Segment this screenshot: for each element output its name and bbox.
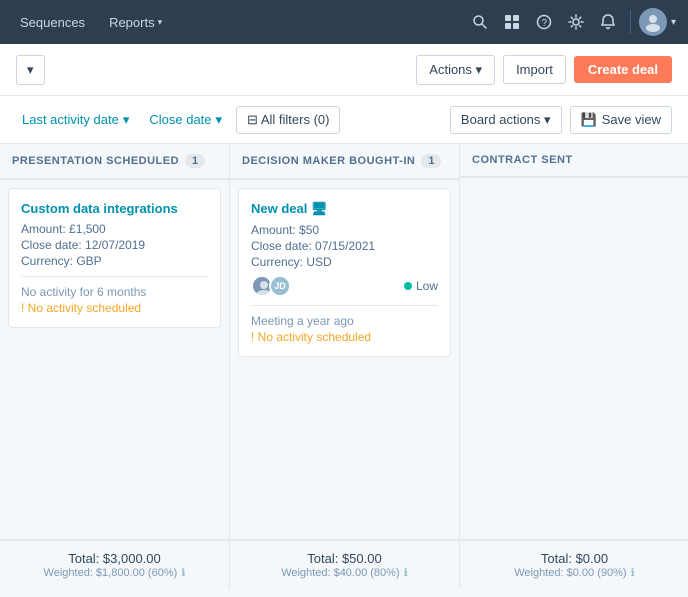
col-cards-col-decision: New deal 🖥 Amount: $50 Close date: 07/15/2… xyxy=(230,180,459,539)
col-cards-col-contract xyxy=(460,178,688,539)
filters-bar: Last activity date ▾ Close date ▾ ⊟ All … xyxy=(0,96,688,144)
col-total: Total: $50.00 xyxy=(242,551,447,566)
deal-priority: Low xyxy=(404,279,438,293)
col-footer-col-contract: Total: $0.00Weighted: $0.00 (90%) ℹ xyxy=(460,540,688,589)
col-header-col-contract: CONTRACT SENT xyxy=(460,144,688,178)
deal-name: Custom data integrations xyxy=(21,201,208,216)
nav-reports[interactable]: Reports ▾ xyxy=(101,11,170,34)
create-deal-label: Create deal xyxy=(588,62,658,77)
deal-amount: Amount: $50 xyxy=(251,223,438,237)
save-view-button[interactable]: 💾 Save view xyxy=(570,106,672,134)
col-weighted: Weighted: $0.00 (90%) ℹ xyxy=(472,566,677,579)
deal-close-date: Close date: 07/15/2021 xyxy=(251,239,438,253)
bell-icon[interactable] xyxy=(594,8,622,36)
nav-divider xyxy=(630,10,631,34)
board-column-col-decision: DECISION MAKER BOUGHT-IN 1 New deal 🖥 Amoun… xyxy=(230,144,460,539)
board-column-col-presentation: PRESENTATION SCHEDULED 1 Custom data integ… xyxy=(0,144,230,539)
all-filters-button[interactable]: ⊟ All filters (0) xyxy=(236,106,340,134)
svg-text:?: ? xyxy=(541,18,547,29)
weighted-text: Weighted: $40.00 (80%) xyxy=(281,567,399,579)
help-icon[interactable]: ? xyxy=(530,8,558,36)
col-total: Total: $0.00 xyxy=(472,551,677,566)
deal-card-card-1[interactable]: Custom data integrations Amount: £1,500 Cl… xyxy=(8,188,221,328)
save-view-icon: 💾 xyxy=(581,112,597,128)
create-deal-button[interactable]: Create deal xyxy=(574,56,672,83)
deal-avatars: JD xyxy=(251,275,291,297)
avatar-2: JD xyxy=(269,275,291,297)
col-title-col-contract: CONTRACT SENT xyxy=(472,154,573,166)
board-actions-label: Board actions ▾ xyxy=(461,112,551,128)
col-total: Total: $3,000.00 xyxy=(12,551,217,566)
col-weighted: Weighted: $40.00 (80%) ℹ xyxy=(242,566,447,579)
deal-amount: Amount: £1,500 xyxy=(21,222,208,236)
deal-note-2: ! No activity scheduled xyxy=(251,330,438,344)
sub-header: ▾ Actions ▾ Import Create deal xyxy=(0,44,688,96)
view-dropdown-label: ▾ xyxy=(27,62,34,78)
nav-account-chevron[interactable]: ▾ xyxy=(671,17,676,28)
board-actions-button[interactable]: Board actions ▾ xyxy=(450,106,562,134)
kanban-board: PRESENTATION SCHEDULED 1 Custom data integ… xyxy=(0,144,688,539)
col-title-col-presentation: PRESENTATION SCHEDULED xyxy=(12,155,179,167)
deal-currency: Currency: GBP xyxy=(21,254,208,268)
col-count-col-decision: 1 xyxy=(421,154,441,168)
deal-meta: JD Low xyxy=(251,275,438,297)
all-filters-label: ⊟ All filters (0) xyxy=(247,112,329,128)
top-navigation: Sequences Reports ▾ ? ▾ xyxy=(0,0,688,44)
col-header-col-decision: DECISION MAKER BOUGHT-IN 1 xyxy=(230,144,459,180)
settings-icon[interactable] xyxy=(562,8,590,36)
weighted-text: Weighted: $0.00 (90%) xyxy=(514,567,626,579)
nav-sequences[interactable]: Sequences xyxy=(12,11,93,34)
last-activity-filter[interactable]: Last activity date ▾ xyxy=(16,108,135,132)
close-date-label: Close date xyxy=(149,112,211,127)
import-button[interactable]: Import xyxy=(503,55,566,84)
col-cards-col-presentation: Custom data integrations Amount: £1,500 Cl… xyxy=(0,180,229,539)
col-count-col-presentation: 1 xyxy=(185,154,205,168)
info-icon[interactable]: ℹ xyxy=(404,566,408,579)
deal-note-1: Meeting a year ago xyxy=(251,314,438,328)
save-view-label: Save view xyxy=(602,112,661,127)
board-footer: Total: $3,000.00Weighted: $1,800.00 (60%… xyxy=(0,539,688,589)
deal-card-card-2[interactable]: New deal 🖥 Amount: $50 Close date: 07/15/2… xyxy=(238,188,451,357)
priority-dot xyxy=(404,282,412,290)
grid-icon[interactable] xyxy=(498,8,526,36)
close-date-chevron: ▾ xyxy=(216,112,223,128)
priority-label: Low xyxy=(416,279,438,293)
actions-label: Actions ▾ xyxy=(429,62,482,78)
search-icon[interactable] xyxy=(466,8,494,36)
deal-divider xyxy=(21,276,208,277)
last-activity-label: Last activity date xyxy=(22,112,119,127)
actions-button[interactable]: Actions ▾ xyxy=(416,55,495,85)
deal-currency: Currency: USD xyxy=(251,255,438,269)
info-icon[interactable]: ℹ xyxy=(181,566,185,579)
col-header-col-presentation: PRESENTATION SCHEDULED 1 xyxy=(0,144,229,180)
deal-divider xyxy=(251,305,438,306)
deal-note-1: No activity for 6 months xyxy=(21,285,208,299)
view-dropdown[interactable]: ▾ xyxy=(16,55,45,85)
col-title-col-decision: DECISION MAKER BOUGHT-IN xyxy=(242,155,415,167)
col-weighted: Weighted: $1,800.00 (60%)ℹ xyxy=(12,566,217,579)
close-date-filter[interactable]: Close date ▾ xyxy=(143,108,228,132)
avatar[interactable] xyxy=(639,8,667,36)
deal-close-date: Close date: 12/07/2019 xyxy=(21,238,208,252)
import-label: Import xyxy=(516,62,553,77)
col-footer-col-decision: Total: $50.00Weighted: $40.00 (80%) ℹ xyxy=(230,540,460,589)
deal-name: New deal 🖥 xyxy=(251,201,438,217)
weighted-text: Weighted: $1,800.00 (60%) xyxy=(44,567,178,579)
last-activity-chevron: ▾ xyxy=(123,112,130,128)
col-footer-col-presentation: Total: $3,000.00Weighted: $1,800.00 (60%… xyxy=(0,540,230,589)
deal-note-2: ! No activity scheduled xyxy=(21,301,208,315)
board-column-col-contract: CONTRACT SENT xyxy=(460,144,688,539)
info-icon[interactable]: ℹ xyxy=(631,566,635,579)
